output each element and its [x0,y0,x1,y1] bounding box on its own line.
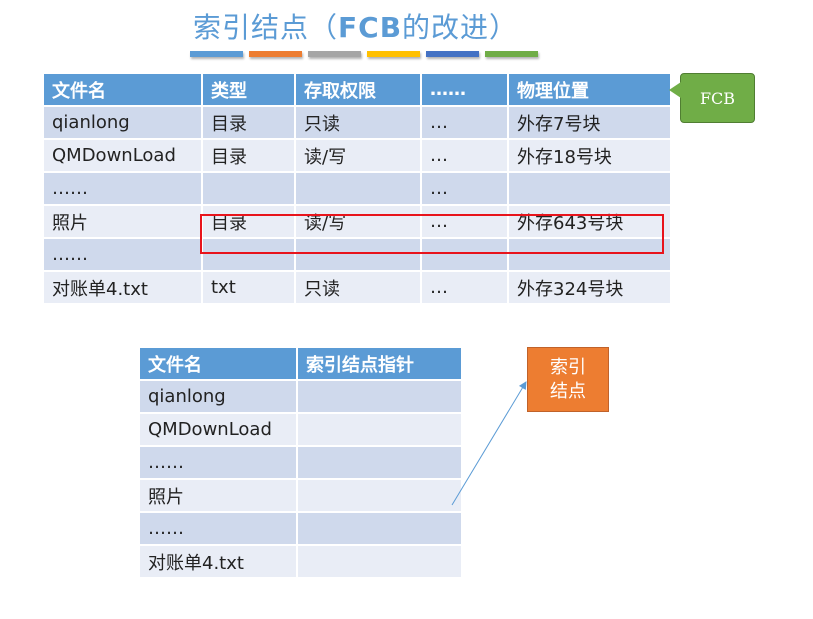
arrow [451,381,527,506]
arrow-line [451,381,527,506]
